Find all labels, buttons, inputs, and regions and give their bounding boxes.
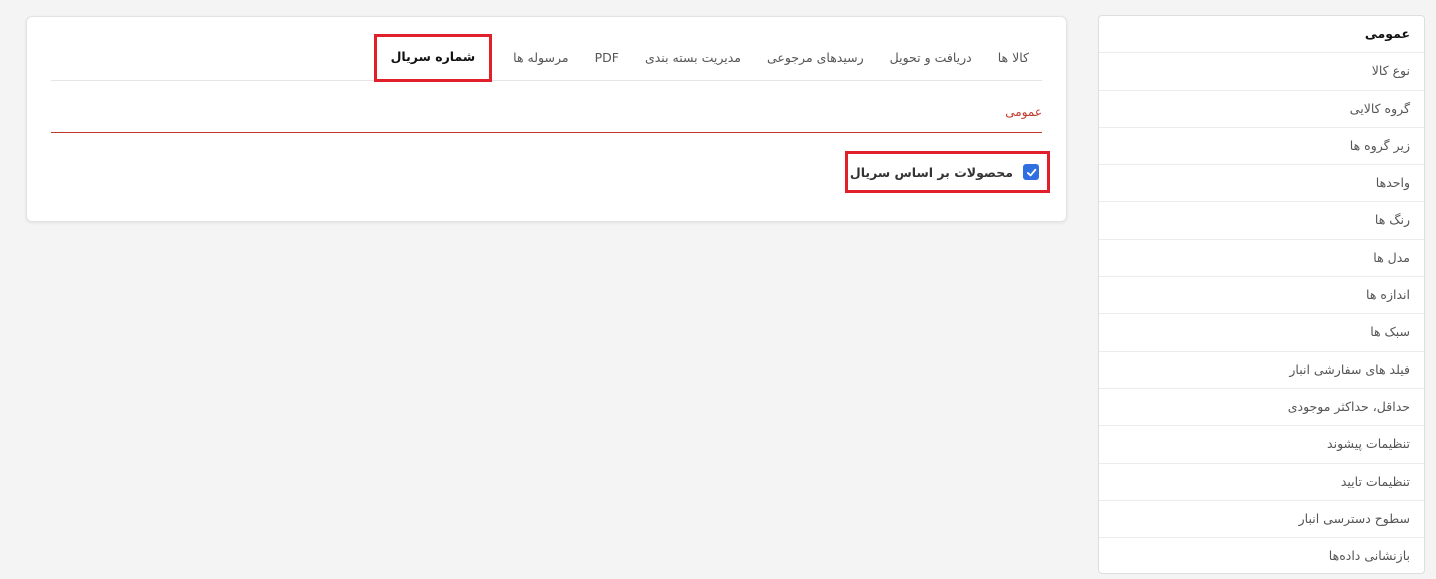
sidebar-item-min-max-stock[interactable]: حداقل، حداکثر موجودی <box>1099 389 1424 427</box>
serial-products-option: محصولات بر اساس سریال <box>845 151 1050 193</box>
sidebar-item-approval-settings[interactable]: تنظیمات تایید <box>1099 464 1424 501</box>
tab-receive-deliver[interactable]: دریافت و تحویل <box>877 35 985 81</box>
tab-shipments[interactable]: مرسوله ها <box>500 35 581 81</box>
tab-return-receipts[interactable]: رسیدهای مرجوعی <box>754 35 877 81</box>
sidebar-item-styles[interactable]: سبک ها <box>1099 314 1424 352</box>
sidebar-item-product-group[interactable]: گروه کالایی <box>1099 91 1424 128</box>
sidebar-item-general[interactable]: عمومی <box>1099 16 1424 54</box>
sidebar-item-colors[interactable]: رنگ ها <box>1099 202 1424 240</box>
serial-products-label: محصولات بر اساس سریال <box>849 164 1013 180</box>
sidebar-item-subgroups[interactable]: زیر گروه ها <box>1099 128 1424 166</box>
section-title: عمومی <box>1005 105 1042 119</box>
sidebar-item-reset-data[interactable]: بازنشانی داده‌ها <box>1099 538 1424 575</box>
sidebar-item-access-levels[interactable]: سطوح دسترسی انبار <box>1099 501 1424 539</box>
sidebar-item-prefix-settings[interactable]: تنظیمات پیشوند <box>1099 426 1424 464</box>
settings-card: کالا ها دریافت و تحویل رسیدهای مرجوعی مد… <box>26 16 1067 222</box>
settings-tabs: کالا ها دریافت و تحویل رسیدهای مرجوعی مد… <box>51 33 1042 82</box>
tab-serial-number[interactable]: شماره سریال <box>373 33 493 82</box>
sidebar-item-units[interactable]: واحدها <box>1099 165 1424 203</box>
tab-pdf[interactable]: PDF <box>582 35 632 81</box>
sidebar-item-sizes[interactable]: اندازه ها <box>1099 277 1424 315</box>
section-divider <box>51 132 1042 133</box>
sidebar-item-product-type[interactable]: نوع کالا <box>1099 53 1424 91</box>
sidebar-item-custom-fields[interactable]: فیلد های سفارشی انبار <box>1099 352 1424 389</box>
check-icon <box>1026 168 1036 176</box>
serial-products-checkbox[interactable] <box>1023 164 1039 180</box>
tab-packaging[interactable]: مدیریت بسته بندی <box>632 35 754 81</box>
tab-products[interactable]: کالا ها <box>985 35 1042 81</box>
sidebar-item-models[interactable]: مدل ها <box>1099 240 1424 278</box>
settings-sidebar: عمومی نوع کالا گروه کالایی زیر گروه ها و… <box>1098 15 1425 574</box>
